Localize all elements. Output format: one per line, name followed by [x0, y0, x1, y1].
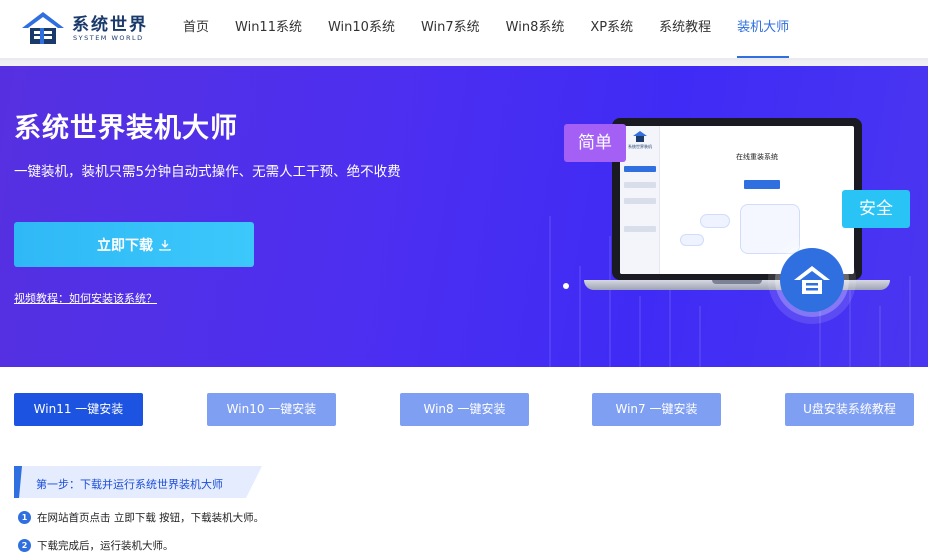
install-tabs: Win11 一键安装 Win10 一键安装 Win8 一键安装 Win7 一键安… — [0, 393, 928, 427]
main-nav: 首页 Win11系统 Win10系统 Win7系统 Win8系统 XP系统 系统… — [170, 0, 802, 58]
nav-item-win10[interactable]: Win10系统 — [315, 0, 408, 58]
nav-item-tutorials[interactable]: 系统教程 — [646, 0, 724, 58]
step-text: 在网站首页点击 立即下载 按钮，下载装机大师。 — [37, 512, 265, 524]
nav-item-home[interactable]: 首页 — [170, 0, 222, 58]
header-divider — [0, 58, 928, 66]
step-item: 2 下载完成后，运行装机大师。 — [18, 538, 174, 553]
nav-item-win8[interactable]: Win8系统 — [493, 0, 578, 58]
screen-bubble — [740, 204, 800, 254]
laptop-illustration: 系统世界装机 在线重装系统 简单 安全 — [564, 118, 924, 358]
tab-win8-install[interactable]: Win8 一键安装 — [400, 393, 529, 426]
step-number-badge: 1 — [18, 511, 31, 524]
hero-banner: 系统世界装机大师 一键装机，装机只需5分钟自动式操作、无需人工干预、绝不收费 立… — [0, 66, 928, 367]
screen-logo-icon — [633, 131, 647, 142]
nav-item-xp[interactable]: XP系统 — [577, 0, 646, 58]
download-icon — [159, 239, 171, 251]
screen-sidebar-item — [624, 182, 656, 188]
tag-safe: 安全 — [842, 190, 910, 228]
download-button-label: 立即下载 — [97, 237, 153, 254]
site-logo[interactable]: 系统世界 SYSTEM WORLD — [18, 8, 148, 48]
tab-win7-install[interactable]: Win7 一键安装 — [592, 393, 721, 426]
step-number-badge: 2 — [18, 539, 31, 552]
logo-title: 系统世界 — [72, 15, 148, 35]
step-text: 下载完成后，运行装机大师。 — [37, 540, 174, 552]
screen-sidebar-item — [624, 226, 656, 232]
screen-bubble — [700, 214, 730, 228]
decorative-dot — [563, 283, 569, 289]
screen-bubble — [680, 234, 704, 246]
hero-title: 系统世界装机大师 — [14, 113, 238, 144]
download-button[interactable]: 立即下载 — [14, 222, 254, 267]
step-title: 第一步：下载并运行系统世界装机大师 — [36, 478, 223, 491]
screen-logo-text: 系统世界装机 — [628, 144, 652, 149]
screen-start-button — [744, 180, 780, 189]
step-header: 第一步：下载并运行系统世界装机大师 — [14, 466, 262, 498]
house-logo-icon — [22, 12, 64, 44]
screen-sidebar-item — [624, 198, 656, 204]
tag-simple: 简单 — [564, 124, 626, 162]
screen-title: 在线重装系统 — [736, 153, 778, 161]
screen-sidebar-item — [624, 166, 656, 172]
tab-usb-install[interactable]: U盘安装系统教程 — [785, 393, 914, 426]
hero-subtitle: 一键装机，装机只需5分钟自动式操作、无需人工干预、绝不收费 — [14, 164, 401, 180]
step-item: 1 在网站首页点击 立即下载 按钮，下载装机大师。 — [18, 510, 264, 525]
nav-item-win11[interactable]: Win11系统 — [222, 0, 315, 58]
tab-win10-install[interactable]: Win10 一键安装 — [207, 393, 336, 426]
tab-win11-install[interactable]: Win11 一键安装 — [14, 393, 143, 426]
logo-subtitle: SYSTEM WORLD — [73, 34, 144, 42]
screen-sidebar: 系统世界装机 — [620, 126, 660, 274]
nav-item-win7[interactable]: Win7系统 — [408, 0, 493, 58]
nav-item-installer[interactable]: 装机大师 — [724, 0, 802, 58]
laptop-notch — [712, 280, 762, 284]
house-badge-icon — [780, 248, 844, 312]
site-header: 系统世界 SYSTEM WORLD 首页 Win11系统 Win10系统 Win… — [0, 0, 928, 58]
video-tutorial-link[interactable]: 视频教程：如何安装该系统？ — [14, 290, 157, 306]
